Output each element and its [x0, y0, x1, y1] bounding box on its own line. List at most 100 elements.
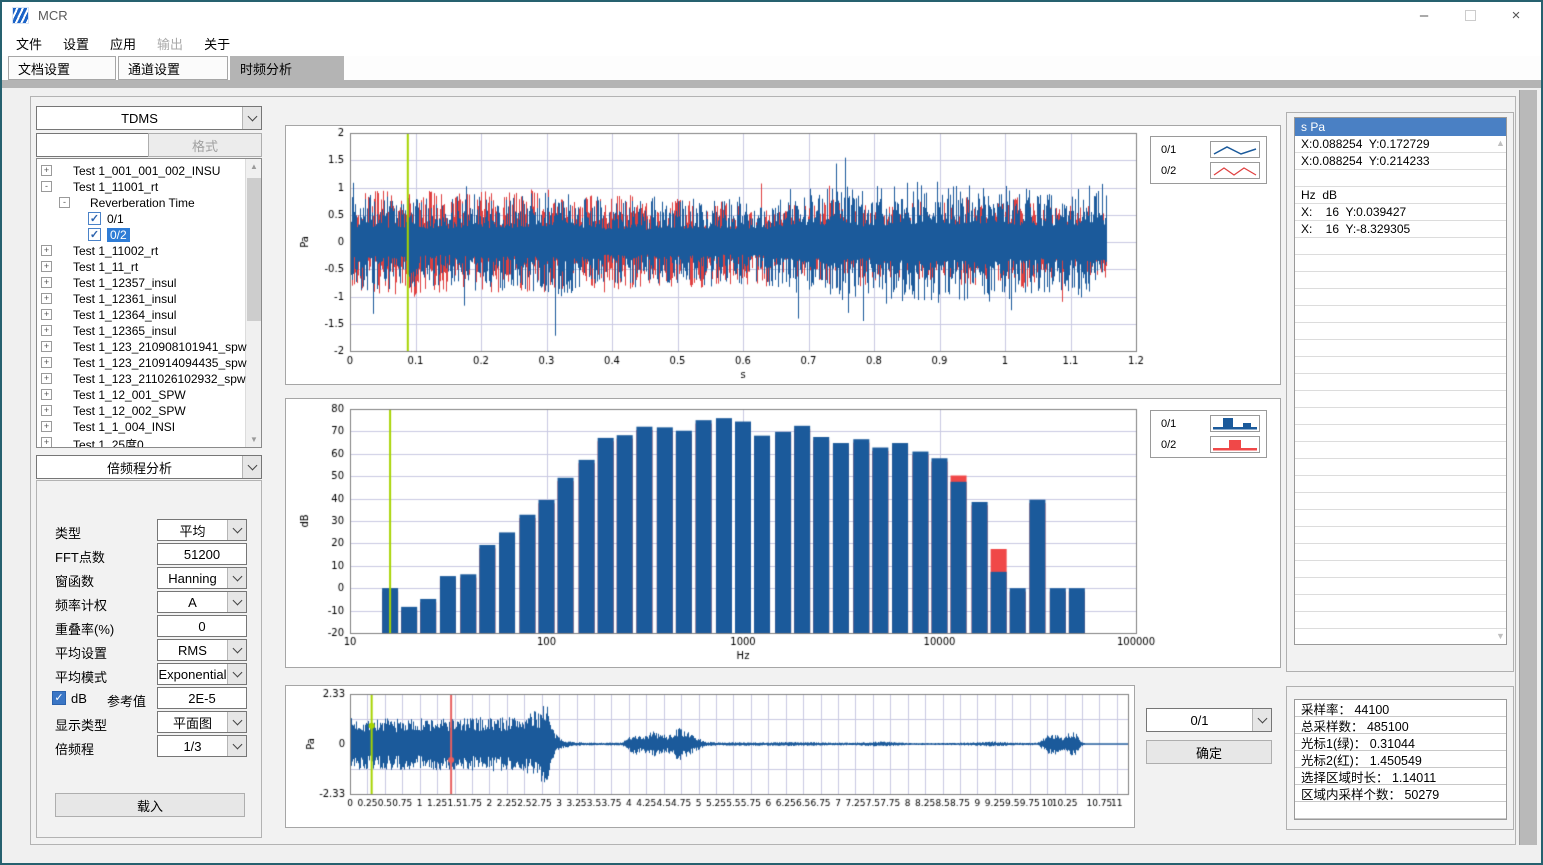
- maximize-button[interactable]: [1447, 0, 1493, 30]
- cursor-list-row[interactable]: [1295, 493, 1506, 510]
- minimize-button[interactable]: –: [1401, 0, 1447, 30]
- cursor-list-row[interactable]: [1295, 408, 1506, 425]
- tree-item[interactable]: +Test 1_11_rt: [37, 259, 261, 275]
- expand-icon[interactable]: +: [41, 437, 52, 448]
- param-select[interactable]: Exponential: [157, 663, 247, 685]
- confirm-button[interactable]: 确定: [1146, 740, 1272, 764]
- param-input[interactable]: 51200: [157, 543, 247, 565]
- tree-item[interactable]: +Test 1_123_210914094435_spw: [37, 355, 261, 371]
- overview-waveform-chart[interactable]: [286, 686, 1134, 827]
- expand-icon[interactable]: +: [41, 357, 52, 368]
- cursor-list-row[interactable]: [1295, 425, 1506, 442]
- menu-item-1[interactable]: 文件: [16, 34, 42, 53]
- param-select[interactable]: A: [157, 591, 247, 613]
- expand-icon[interactable]: +: [41, 261, 52, 272]
- cursor-list-row[interactable]: X: 16 Y:0.039427: [1295, 204, 1506, 221]
- analysis-select-dropdown-icon[interactable]: [242, 456, 261, 478]
- tab-1[interactable]: 文档设置: [8, 56, 116, 80]
- param-select[interactable]: 平均: [157, 519, 247, 541]
- expand-icon[interactable]: +: [41, 405, 52, 416]
- tree-item[interactable]: ✓0/2: [37, 227, 261, 243]
- cursor-list-row[interactable]: [1295, 272, 1506, 289]
- cursor-list-row[interactable]: [1295, 527, 1506, 544]
- expand-icon[interactable]: +: [41, 373, 52, 384]
- expand-icon[interactable]: +: [41, 309, 52, 320]
- tree-item[interactable]: +Test 1_12365_insul: [37, 323, 261, 339]
- format-button[interactable]: 格式: [148, 133, 262, 157]
- tree-item[interactable]: -Reverberation Time: [37, 195, 261, 211]
- cursor-list-row[interactable]: Hz dB: [1295, 187, 1506, 204]
- cursor-list-row[interactable]: [1295, 595, 1506, 612]
- dropdown-icon[interactable]: [227, 640, 246, 660]
- close-button[interactable]: ×: [1493, 0, 1539, 30]
- expand-icon[interactable]: +: [41, 389, 52, 400]
- dropdown-icon[interactable]: [227, 664, 246, 684]
- cursor-list-row[interactable]: X:0.088254 Y:0.172729: [1295, 136, 1506, 153]
- collapse-icon[interactable]: -: [41, 181, 52, 192]
- cursor-list-row[interactable]: [1295, 357, 1506, 374]
- cursor-list-row[interactable]: [1295, 340, 1506, 357]
- tree-item[interactable]: +Test 1_123_211026102932_spw: [37, 371, 261, 387]
- tree-item[interactable]: +Test 1_25度0: [37, 435, 261, 448]
- tree-item[interactable]: +Test 1_12361_insul: [37, 291, 261, 307]
- dropdown-icon[interactable]: [227, 712, 246, 732]
- format-select[interactable]: TDMS: [36, 106, 262, 130]
- cursor-list-row[interactable]: [1295, 442, 1506, 459]
- cursor-list-scroll-down-icon[interactable]: ▼: [1496, 631, 1505, 641]
- menu-item-3[interactable]: 应用: [110, 34, 136, 53]
- cursor-list-row[interactable]: [1295, 578, 1506, 595]
- expand-icon[interactable]: +: [41, 245, 52, 256]
- param-input[interactable]: 0: [157, 615, 247, 637]
- cursor-list-row[interactable]: [1295, 374, 1506, 391]
- dropdown-icon[interactable]: [227, 592, 246, 612]
- cursor-list-row[interactable]: X: 16 Y:-8.329305: [1295, 221, 1506, 238]
- param-select[interactable]: RMS: [157, 639, 247, 661]
- channel-select-dropdown-icon[interactable]: [1252, 709, 1271, 731]
- cursor-list-row[interactable]: [1295, 170, 1506, 187]
- cursor-list-row[interactable]: [1295, 289, 1506, 306]
- tree-item[interactable]: +Test 1_1_004_INSI: [37, 419, 261, 435]
- tree-item[interactable]: +Test 1_12_002_SPW: [37, 403, 261, 419]
- filter-input[interactable]: [36, 133, 149, 157]
- tree-item[interactable]: +Test 1_12_001_SPW: [37, 387, 261, 403]
- db-checkbox[interactable]: ✓: [52, 691, 66, 705]
- analysis-select[interactable]: 倍频程分析: [36, 455, 262, 479]
- tree-item[interactable]: ✓0/1: [37, 211, 261, 227]
- dropdown-icon[interactable]: [227, 520, 246, 540]
- menu-item-4[interactable]: 输出: [157, 34, 183, 53]
- tree-item[interactable]: +Test 1_12364_insul: [37, 307, 261, 323]
- param-select[interactable]: Hanning: [157, 567, 247, 589]
- cursor-list-row[interactable]: [1295, 238, 1506, 255]
- cursor-list-row[interactable]: [1295, 612, 1506, 629]
- tree-item[interactable]: +Test 1_12357_insul: [37, 275, 261, 291]
- cursor-list-row[interactable]: [1295, 510, 1506, 527]
- time-waveform-chart[interactable]: [286, 126, 1280, 384]
- cursor-list-row[interactable]: [1295, 476, 1506, 493]
- menu-item-2[interactable]: 设置: [63, 34, 89, 53]
- tree-item[interactable]: -Test 1_11001_rt: [37, 179, 261, 195]
- channel-select[interactable]: 0/1: [1146, 708, 1272, 732]
- expand-icon[interactable]: +: [41, 293, 52, 304]
- tab-3[interactable]: 时频分析: [230, 56, 344, 80]
- expand-icon[interactable]: +: [41, 325, 52, 336]
- checkbox[interactable]: ✓: [88, 228, 101, 241]
- window-scrollbar[interactable]: [1519, 90, 1537, 845]
- tree-item[interactable]: +Test 1_11002_rt: [37, 243, 261, 259]
- tree-item[interactable]: +Test 1_123_210908101941_spw: [37, 339, 261, 355]
- cursor-list-row[interactable]: [1295, 459, 1506, 476]
- tree-item[interactable]: +Test 1_001_001_002_INSU: [37, 163, 261, 179]
- cursor-list-row[interactable]: [1295, 306, 1506, 323]
- cursor-list-scroll-up-icon[interactable]: ▲: [1496, 138, 1505, 148]
- menu-item-5[interactable]: 关于: [204, 34, 230, 53]
- expand-icon[interactable]: +: [41, 341, 52, 352]
- spectrum-chart[interactable]: [286, 399, 1280, 667]
- param-select[interactable]: 1/3: [157, 735, 247, 757]
- checkbox[interactable]: ✓: [88, 212, 101, 225]
- cursor-list-row[interactable]: [1295, 629, 1506, 645]
- collapse-icon[interactable]: -: [59, 197, 70, 208]
- format-select-dropdown-icon[interactable]: [242, 107, 261, 129]
- cursor-list-row[interactable]: [1295, 544, 1506, 561]
- param-input[interactable]: 2E-5: [157, 687, 247, 709]
- cursor-list-row[interactable]: X:0.088254 Y:0.214233: [1295, 153, 1506, 170]
- dropdown-icon[interactable]: [227, 736, 246, 756]
